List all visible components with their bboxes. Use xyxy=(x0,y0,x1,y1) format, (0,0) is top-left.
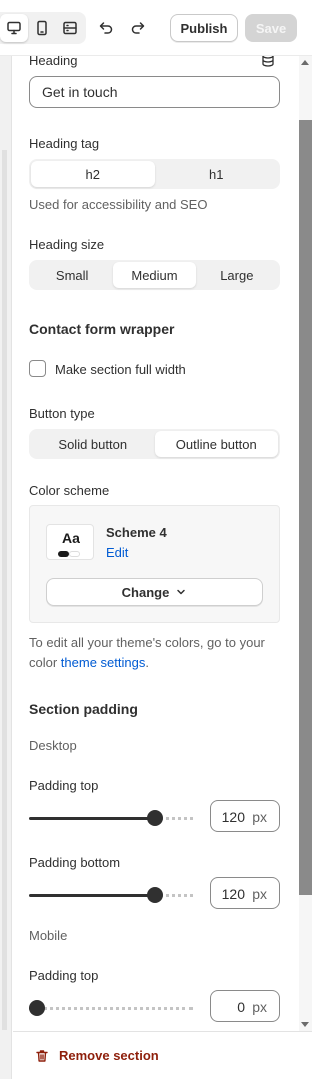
scheme-swatch: Aa xyxy=(46,524,94,560)
settings-panel: Heading Get in touch Heading tag h2 h1 U… xyxy=(13,56,299,1031)
unit-label: px xyxy=(252,809,267,825)
desktop-padding-top-label: Padding top xyxy=(29,778,99,793)
slider-rest xyxy=(37,1007,193,1010)
undo-icon xyxy=(99,22,113,34)
scheme-swatch-primary xyxy=(58,551,69,557)
heading-tag-selector: h2 h1 xyxy=(29,159,280,189)
desktop-padding-bottom-value: 120 xyxy=(221,886,245,902)
heading-size-label: Heading size xyxy=(29,237,105,252)
redo-button[interactable] xyxy=(124,14,152,42)
unit-label: px xyxy=(252,886,267,902)
desktop-padding-top-slider[interactable] xyxy=(29,810,193,826)
heading-input[interactable]: Get in touch xyxy=(29,76,280,108)
color-scheme-label: Color scheme xyxy=(29,483,110,498)
scheme-name: Scheme 4 xyxy=(106,525,167,540)
scrollbar-thumb[interactable] xyxy=(299,120,312,895)
desktop-icon xyxy=(7,21,21,35)
heading-tag-option-h1[interactable]: h1 xyxy=(155,161,279,187)
slider-fill xyxy=(29,817,155,820)
scroll-down-icon[interactable] xyxy=(301,1022,309,1027)
heading-input-value: Get in touch xyxy=(42,84,118,100)
chevron-down-icon xyxy=(177,589,186,595)
heading-tag-label: Heading tag xyxy=(29,136,100,151)
mobile-icon xyxy=(37,20,47,36)
theme-settings-link[interactable]: theme settings xyxy=(61,655,146,670)
database-icon xyxy=(262,56,274,67)
desktop-padding-top-input[interactable]: 120 px xyxy=(210,800,280,832)
heading-tag-help: Used for accessibility and SEO xyxy=(29,197,208,212)
color-scheme-help: To edit all your theme's colors, go to y… xyxy=(29,633,279,673)
color-help-suffix: . xyxy=(145,655,149,670)
preview-mode-group xyxy=(0,12,86,44)
heading-size-option-medium[interactable]: Medium xyxy=(113,262,196,288)
remove-section-label: Remove section xyxy=(59,1048,159,1063)
scroll-up-icon[interactable] xyxy=(301,60,309,65)
scheme-swatch-text: Aa xyxy=(62,530,80,546)
remove-section-button[interactable]: Remove section xyxy=(35,1048,159,1063)
full-width-label[interactable]: Make section full width xyxy=(55,362,186,377)
button-type-label: Button type xyxy=(29,406,95,421)
mobile-label: Mobile xyxy=(29,928,68,943)
mobile-padding-top-input[interactable]: 0 px xyxy=(210,990,280,1022)
color-scheme-card: Aa Scheme 4 Edit Change xyxy=(29,505,280,623)
redo-icon xyxy=(131,22,145,34)
left-strip-bar xyxy=(2,150,7,1030)
desktop-label: Desktop xyxy=(29,738,77,753)
fullscreen-view-button[interactable] xyxy=(56,14,84,42)
heading-tag-option-h2[interactable]: h2 xyxy=(31,161,155,187)
contact-form-title: Contact form wrapper xyxy=(29,321,175,337)
left-strip xyxy=(0,0,12,1079)
desktop-view-button[interactable] xyxy=(0,14,28,42)
scheme-swatch-secondary xyxy=(69,551,80,557)
desktop-padding-bottom-label: Padding bottom xyxy=(29,855,121,870)
save-button[interactable]: Save xyxy=(245,14,297,42)
change-scheme-label: Change xyxy=(121,584,170,600)
scheme-edit-link[interactable]: Edit xyxy=(106,545,128,560)
unit-label: px xyxy=(252,999,267,1015)
mobile-padding-top-label: Padding top xyxy=(29,968,99,983)
full-width-icon xyxy=(63,21,77,35)
dynamic-source-button[interactable] xyxy=(261,56,275,70)
desktop-padding-bottom-input[interactable]: 120 px xyxy=(210,877,280,909)
mobile-view-button[interactable] xyxy=(28,14,56,42)
heading-size-selector: Small Medium Large xyxy=(29,260,280,290)
undo-button[interactable] xyxy=(92,14,120,42)
button-type-option-solid[interactable]: Solid button xyxy=(31,431,155,457)
button-type-option-outline[interactable]: Outline button xyxy=(154,431,278,457)
top-toolbar: Publish Save xyxy=(0,0,312,56)
trash-icon xyxy=(36,1049,48,1062)
full-width-checkbox[interactable] xyxy=(29,360,46,377)
desktop-padding-bottom-slider[interactable] xyxy=(29,887,193,903)
mobile-padding-top-value: 0 xyxy=(237,999,245,1015)
mobile-padding-top-slider[interactable] xyxy=(29,1000,193,1016)
heading-size-option-large[interactable]: Large xyxy=(196,262,278,288)
panel-scrollbar[interactable] xyxy=(299,56,312,1031)
heading-label: Heading xyxy=(29,56,78,68)
section-padding-title: Section padding xyxy=(29,701,138,717)
heading-size-option-small[interactable]: Small xyxy=(31,262,113,288)
publish-button[interactable]: Publish xyxy=(170,14,238,42)
slider-fill xyxy=(29,894,155,897)
slider-thumb[interactable] xyxy=(29,1000,45,1016)
panel-footer: Remove section xyxy=(13,1031,312,1079)
slider-thumb[interactable] xyxy=(147,887,163,903)
change-scheme-button[interactable]: Change xyxy=(46,578,263,606)
slider-thumb[interactable] xyxy=(147,810,163,826)
button-type-selector: Solid button Outline button xyxy=(29,429,280,459)
desktop-padding-top-value: 120 xyxy=(221,809,245,825)
